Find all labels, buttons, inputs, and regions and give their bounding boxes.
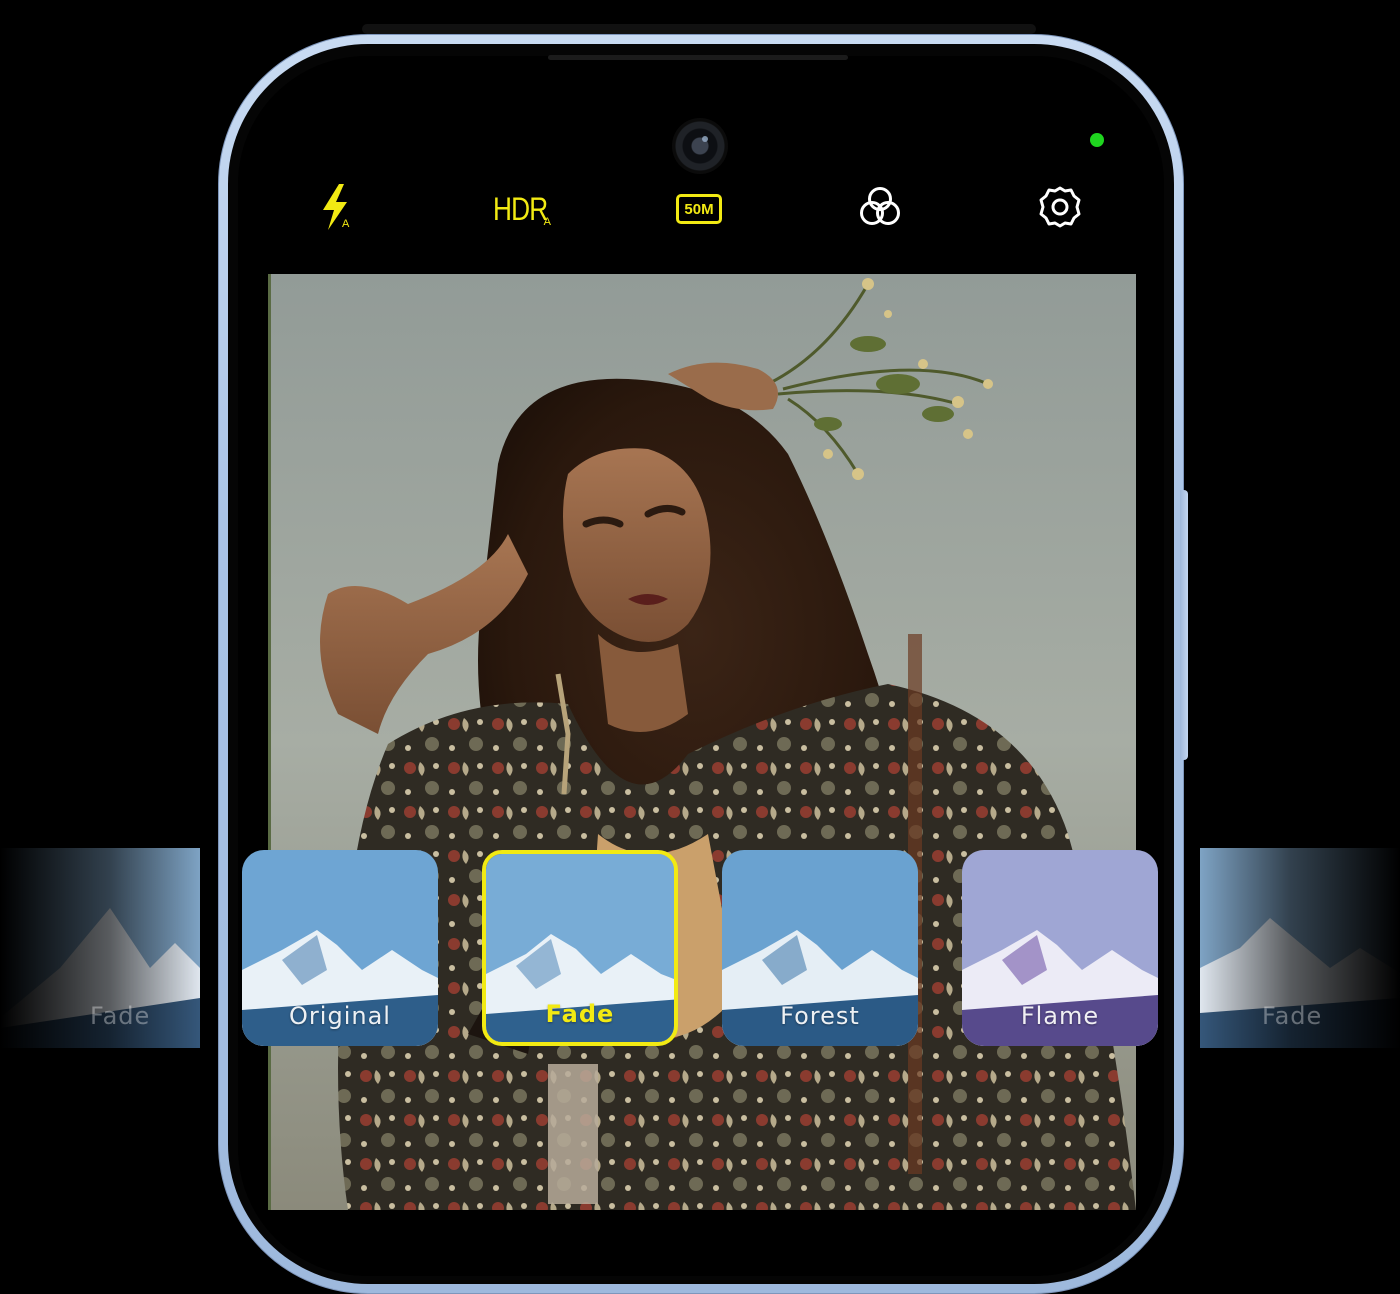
resolution-badge: 50M xyxy=(676,194,722,224)
privacy-indicator-dot xyxy=(1090,133,1104,147)
hdr-mode-label: A xyxy=(543,216,551,228)
phone-top-edge xyxy=(362,24,1036,34)
flash-auto-icon xyxy=(317,182,357,236)
hdr-label: HDR xyxy=(492,190,548,227)
filter-tile-original[interactable]: Original xyxy=(242,850,438,1046)
filter-circles-icon xyxy=(857,184,903,234)
settings-button[interactable] xyxy=(1034,180,1086,238)
filter-tile-forest[interactable]: Forest xyxy=(722,850,918,1046)
resolution-button[interactable]: 50M xyxy=(670,180,728,238)
filter-label: Fade xyxy=(90,1002,151,1030)
flash-button[interactable]: A xyxy=(310,180,364,238)
volume-button xyxy=(1180,490,1188,760)
filters-button[interactable] xyxy=(854,180,906,238)
filter-label-selected: Fade xyxy=(545,1000,615,1028)
viewfinder-photo xyxy=(268,274,1136,1210)
filter-label: Original xyxy=(289,1002,391,1030)
filter-tile-partial-left[interactable]: Fade xyxy=(0,848,200,1048)
filter-tile-partial-right[interactable]: Fade xyxy=(1200,848,1400,1048)
filter-label: Forest xyxy=(780,1002,860,1030)
camera-viewfinder[interactable] xyxy=(268,274,1136,1210)
gear-icon xyxy=(1038,185,1082,233)
hdr-button[interactable]: HDR A xyxy=(484,180,556,238)
filter-tile-flame[interactable]: Flame xyxy=(962,850,1158,1046)
resolution-label: 50M xyxy=(684,200,714,218)
flash-mode-label: A xyxy=(342,218,350,230)
earpiece xyxy=(548,55,848,60)
filter-label: Fade xyxy=(1262,1002,1323,1030)
front-camera xyxy=(672,118,728,174)
filter-label: Flame xyxy=(1020,1002,1100,1030)
filter-tile-fade[interactable]: Fade xyxy=(482,850,678,1046)
